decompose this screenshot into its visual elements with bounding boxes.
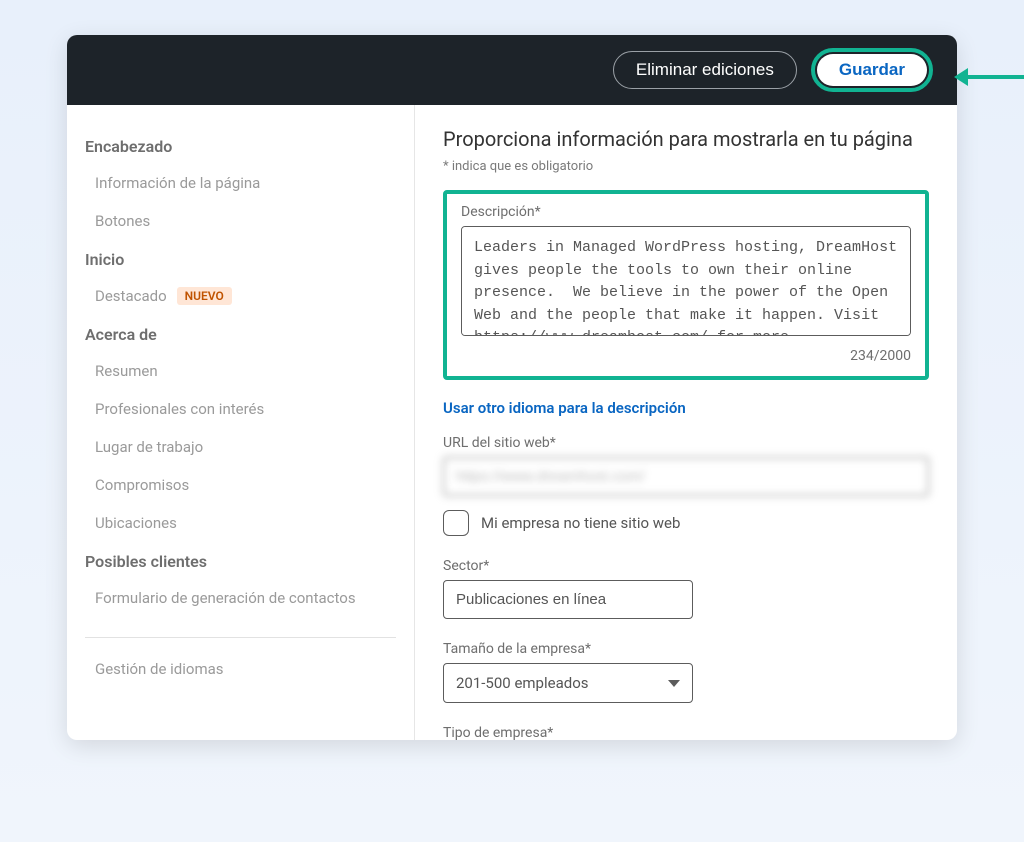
sidebar-item-summary[interactable]: Resumen bbox=[85, 352, 396, 390]
size-label: Tamaño de la empresa* bbox=[443, 641, 929, 657]
size-select[interactable]: 201-500 empleados bbox=[443, 663, 693, 703]
save-button-highlight: Guardar bbox=[811, 48, 933, 92]
no-website-label: Mi empresa no tiene sitio web bbox=[481, 514, 680, 532]
description-highlight: Descripción* 234/2000 bbox=[443, 190, 929, 380]
sector-input[interactable] bbox=[443, 580, 693, 619]
website-label: URL del sitio web* bbox=[443, 435, 929, 451]
edit-page-modal: Eliminar ediciones Guardar Encabezado In… bbox=[67, 35, 957, 740]
type-field: Tipo de empresa* Empresa privada bbox=[443, 725, 929, 740]
modal-header: Eliminar ediciones Guardar bbox=[67, 35, 957, 105]
section-leads: Posibles clientes bbox=[85, 552, 396, 571]
divider bbox=[85, 637, 396, 638]
sidebar-item-commitments[interactable]: Compromisos bbox=[85, 466, 396, 504]
save-button[interactable]: Guardar bbox=[817, 54, 927, 86]
website-field: URL del sitio web* Mi empresa no tiene s… bbox=[443, 435, 929, 536]
description-textarea[interactable] bbox=[461, 226, 911, 336]
section-about: Acerca de bbox=[85, 325, 396, 344]
description-label: Descripción* bbox=[461, 204, 911, 220]
section-home: Inicio bbox=[85, 250, 396, 269]
callout-arrow bbox=[954, 68, 1024, 86]
website-input[interactable] bbox=[443, 457, 929, 496]
no-website-checkbox[interactable] bbox=[443, 510, 469, 536]
sidebar-item-buttons[interactable]: Botones bbox=[85, 202, 396, 240]
discard-button[interactable]: Eliminar ediciones bbox=[613, 51, 797, 89]
size-value: 201-500 empleados bbox=[456, 674, 589, 692]
sidebar-item-workplace[interactable]: Lugar de trabajo bbox=[85, 428, 396, 466]
sector-label: Sector* bbox=[443, 558, 929, 574]
no-website-row: Mi empresa no tiene sitio web bbox=[443, 510, 929, 536]
arrow-line bbox=[968, 75, 1024, 79]
sidebar[interactable]: Encabezado Información de la página Boto… bbox=[67, 105, 415, 740]
type-label: Tipo de empresa* bbox=[443, 725, 929, 740]
new-badge: NUEVO bbox=[177, 287, 232, 305]
arrow-left-icon bbox=[954, 68, 968, 86]
required-note: * indica que es obligatorio bbox=[443, 159, 929, 174]
sidebar-item-label: Destacado bbox=[95, 287, 167, 305]
chevron-down-icon bbox=[668, 680, 680, 687]
sidebar-item-professionals[interactable]: Profesionales con interés bbox=[85, 390, 396, 428]
char-counter: 234/2000 bbox=[461, 348, 911, 364]
sector-field: Sector* bbox=[443, 558, 929, 619]
alt-language-link[interactable]: Usar otro idioma para la descripción bbox=[443, 399, 686, 417]
modal-body: Encabezado Información de la página Boto… bbox=[67, 105, 957, 740]
sidebar-item-locations[interactable]: Ubicaciones bbox=[85, 504, 396, 542]
sidebar-item-leadgen[interactable]: Formulario de generación de contactos bbox=[85, 579, 396, 617]
sidebar-item-languages[interactable]: Gestión de idiomas bbox=[85, 650, 396, 688]
sidebar-item-page-info[interactable]: Información de la página bbox=[85, 164, 396, 202]
sidebar-item-featured[interactable]: Destacado NUEVO bbox=[85, 277, 396, 315]
page-title: Proporciona información para mostrarla e… bbox=[443, 127, 929, 151]
size-field: Tamaño de la empresa* 201-500 empleados bbox=[443, 641, 929, 703]
section-header: Encabezado bbox=[85, 137, 396, 156]
main-panel[interactable]: Proporciona información para mostrarla e… bbox=[415, 105, 957, 740]
